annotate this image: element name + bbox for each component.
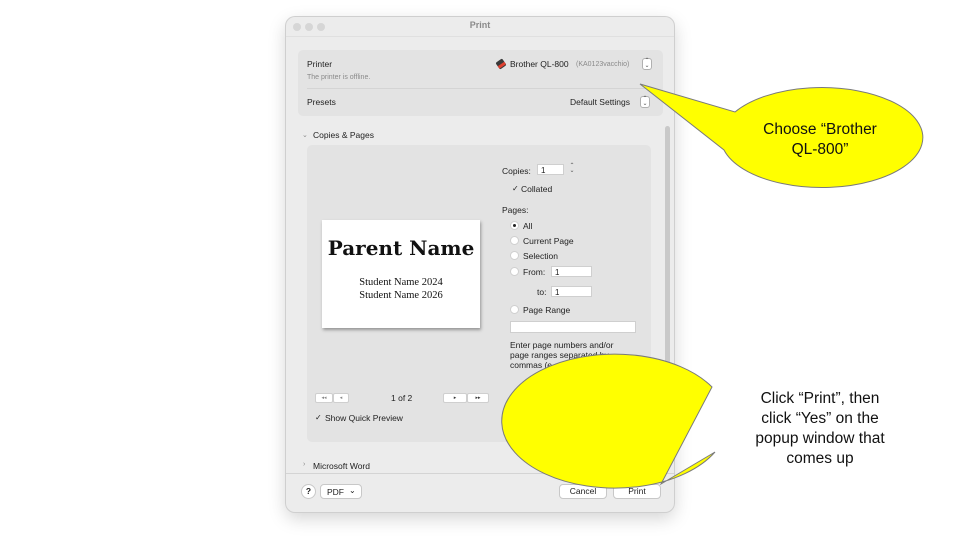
- radio-page-range[interactable]: [510, 305, 519, 314]
- quick-preview-label: Show Quick Preview: [325, 413, 403, 423]
- section-word-header[interactable]: › Microsoft Word: [300, 460, 420, 472]
- chevron-down-icon: ⌄: [349, 486, 356, 495]
- pdf-menu-button[interactable]: PDF ⌄: [320, 484, 362, 499]
- scrollbar[interactable]: [665, 126, 670, 371]
- page-range-input[interactable]: [510, 321, 636, 333]
- radio-selection-label: Selection: [523, 251, 558, 261]
- help-line: page ranges separated by: [510, 350, 609, 360]
- radio-all-label: All: [523, 221, 533, 231]
- to-input[interactable]: 1: [551, 286, 592, 297]
- callout-line: Click “Print”, then: [760, 390, 880, 407]
- callout-line: click “Yes” on the: [761, 410, 879, 427]
- preview-line-1: Student Name 2024: [359, 277, 443, 288]
- copies-label: Copies:: [502, 166, 531, 176]
- presets-label: Presets: [307, 97, 336, 107]
- help-line: commas (e.g. 2, 5-8): [510, 360, 589, 370]
- page-indicator: 1 of 2: [391, 393, 413, 403]
- copies-stepper[interactable]: ⌃ ⌄: [568, 163, 576, 174]
- radio-from[interactable]: [510, 267, 519, 276]
- preview-heading: Parent Name: [327, 236, 475, 260]
- print-preview: Parent Name Student Name 2024 Student Na…: [322, 220, 480, 328]
- divider: [307, 88, 654, 89]
- callout-line: popup window that: [755, 430, 885, 447]
- printer-icon: [496, 59, 506, 69]
- callout-line: Choose “Brother: [763, 121, 877, 138]
- radio-selection[interactable]: [510, 251, 519, 260]
- help-button[interactable]: ?: [301, 484, 316, 499]
- section-copies-pages-header[interactable]: ⌄ Copies & Pages: [300, 129, 420, 141]
- title-bar: Print: [286, 17, 674, 37]
- radio-all[interactable]: [510, 221, 519, 230]
- printer-status: The printer is offline.: [307, 74, 371, 81]
- page-range-help: Enter page numbers and/or page ranges se…: [510, 340, 613, 370]
- radio-current-page-label: Current Page: [523, 236, 574, 246]
- radio-current-page[interactable]: [510, 236, 519, 245]
- dialog-title: Print: [469, 20, 491, 30]
- section-title: Copies & Pages: [313, 130, 374, 140]
- collated-label: Collated: [521, 184, 553, 194]
- copies-input[interactable]: 1: [537, 164, 564, 175]
- radio-from-label: From:: [523, 267, 546, 277]
- radio-page-range-label: Page Range: [523, 305, 571, 315]
- to-label: to:: [537, 287, 547, 297]
- preview-line-2: Student Name 2026: [359, 290, 443, 301]
- last-page-button[interactable]: ▸▸: [467, 393, 489, 403]
- help-line: Enter page numbers and/or: [510, 340, 614, 350]
- section-title: Microsoft Word: [313, 461, 370, 471]
- chevron-down-icon: ⌄: [302, 132, 308, 139]
- print-button[interactable]: Print: [613, 484, 661, 499]
- print-dialog: Print Printer The printer is offline. Br…: [286, 17, 674, 512]
- chevron-right-icon: ›: [303, 461, 306, 468]
- presets-value: Default Settings: [570, 97, 631, 107]
- presets-select[interactable]: Default Settings ⌃ ⌄: [566, 95, 656, 109]
- next-page-button[interactable]: ▸: [443, 393, 467, 403]
- chevron-updown-icon: ⌃ ⌄: [642, 58, 652, 70]
- printer-select[interactable]: Brother QL-800 (KA0123vacchio) ⌃ ⌄: [495, 57, 655, 71]
- chevron-updown-icon: ⌃ ⌄: [640, 96, 650, 108]
- cancel-button[interactable]: Cancel: [559, 484, 607, 499]
- first-page-button[interactable]: ◂◂: [315, 393, 333, 403]
- callout-bottom: Click “Print”, then click “Yes” on the p…: [735, 389, 905, 469]
- collated-checkbox[interactable]: ✓: [512, 184, 519, 193]
- printer-id: (KA0123vacchio): [576, 61, 630, 68]
- from-input[interactable]: 1: [551, 266, 592, 277]
- callout-line: QL-800”: [791, 141, 849, 158]
- pdf-label: PDF: [327, 487, 344, 497]
- callout-top: Choose “Brother QL-800”: [740, 120, 900, 160]
- printer-name: Brother QL-800: [510, 59, 569, 69]
- callout-line: comes up: [786, 450, 854, 467]
- footer-divider: [286, 473, 674, 474]
- printer-label: Printer: [307, 59, 333, 69]
- pages-label: Pages:: [502, 205, 529, 215]
- quick-preview-checkbox[interactable]: ✓: [315, 413, 322, 422]
- prev-page-button[interactable]: ◂: [333, 393, 349, 403]
